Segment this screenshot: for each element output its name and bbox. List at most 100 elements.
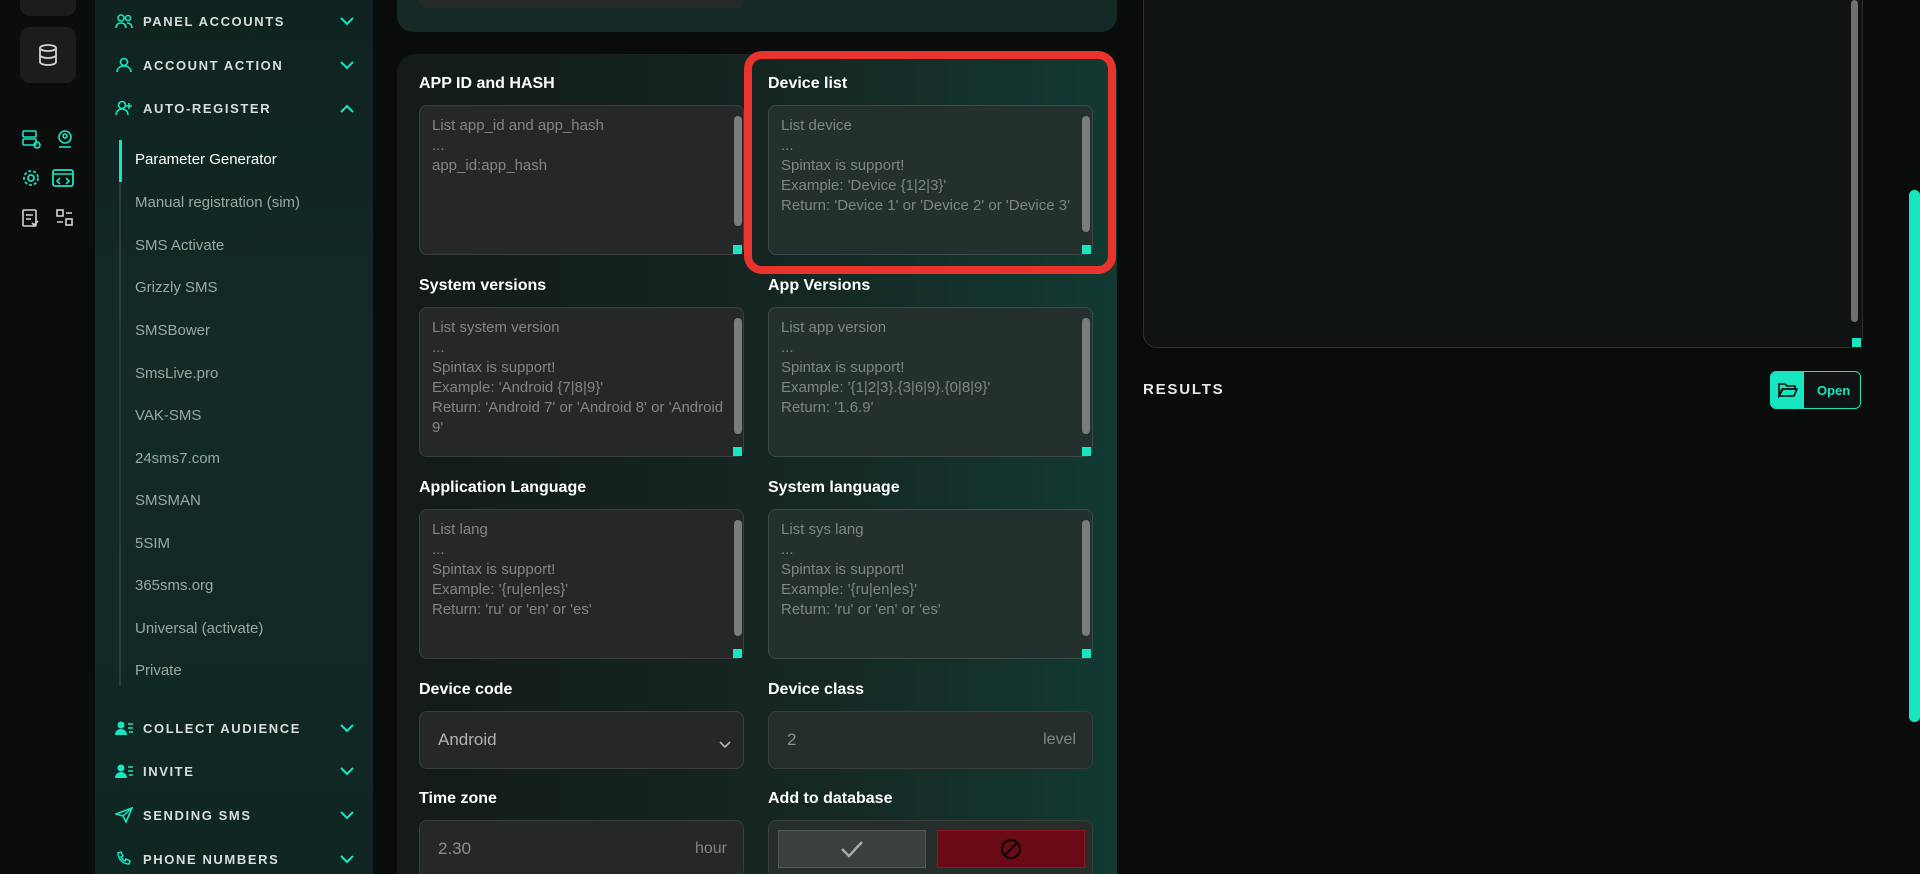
system-language-label: System language bbox=[768, 479, 900, 496]
location-user-icon[interactable] bbox=[54, 128, 76, 150]
system-versions-label: System versions bbox=[419, 277, 547, 294]
layout-grid-icon[interactable] bbox=[54, 207, 76, 229]
app-id-resize-handle[interactable] bbox=[733, 245, 742, 254]
app-versions-scrollbar[interactable] bbox=[1082, 318, 1090, 434]
highlight-box bbox=[744, 51, 1116, 274]
app-versions-textarea[interactable]: List app version ... Spintax is support!… bbox=[768, 307, 1093, 457]
chevron-down-icon bbox=[339, 57, 355, 73]
app-language-resize-handle[interactable] bbox=[733, 649, 742, 658]
database-button[interactable] bbox=[20, 27, 76, 83]
section-label: INVITE bbox=[143, 763, 195, 779]
system-language-textarea[interactable]: List sys lang ... Spintax is support! Ex… bbox=[768, 509, 1093, 659]
add-to-database-label: Add to database bbox=[768, 790, 893, 807]
device-code-select[interactable]: Android bbox=[419, 711, 744, 769]
section-label: SENDING SMS bbox=[143, 807, 252, 823]
device-class-input[interactable]: 2 level bbox=[768, 711, 1093, 769]
section-account-action[interactable]: ACCOUNT ACTION bbox=[115, 53, 355, 77]
server-list-icon[interactable] bbox=[20, 128, 42, 150]
results-title: RESULTS bbox=[1143, 381, 1225, 398]
open-label: Open bbox=[1817, 383, 1851, 398]
user-plus-icon bbox=[115, 99, 133, 117]
sidebar-item-vak-sms[interactable]: VAK-SMS bbox=[135, 407, 201, 424]
page-scrollbar[interactable] bbox=[1909, 190, 1920, 722]
enable-button[interactable] bbox=[778, 830, 926, 868]
send-icon bbox=[115, 806, 133, 824]
disable-button[interactable] bbox=[937, 830, 1085, 868]
sidebar-item-24sms7[interactable]: 24sms7.com bbox=[135, 450, 220, 467]
code-window-icon[interactable] bbox=[52, 167, 74, 189]
user-list-icon bbox=[115, 719, 133, 737]
chevron-down-icon bbox=[339, 851, 355, 867]
user-icon bbox=[115, 56, 133, 74]
time-zone-unit: hour bbox=[694, 840, 727, 857]
app-language-textarea[interactable]: List lang ... Spintax is support! Exampl… bbox=[419, 509, 744, 659]
checklist-icon[interactable] bbox=[20, 207, 42, 229]
section-label: COLLECT AUDIENCE bbox=[143, 720, 302, 736]
section-sending-sms[interactable]: SENDING SMS bbox=[115, 803, 355, 827]
sidebar-item-smsbower[interactable]: SMSBower bbox=[135, 322, 210, 339]
device-code-value: Android bbox=[438, 730, 497, 749]
chevron-up-icon bbox=[339, 100, 355, 116]
previous-card bbox=[397, 0, 1117, 32]
chevron-down-icon bbox=[339, 807, 355, 823]
rail-top-button[interactable] bbox=[20, 0, 76, 16]
database-icon bbox=[39, 44, 57, 66]
section-label: AUTO-REGISTER bbox=[143, 100, 272, 116]
output-textarea[interactable] bbox=[1143, 0, 1863, 348]
time-zone-label: Time zone bbox=[419, 790, 497, 807]
sidebar-item-5sim[interactable]: 5SIM bbox=[135, 535, 170, 552]
app-language-label: Application Language bbox=[419, 479, 587, 496]
sidebar-item-smsman[interactable]: SMSMAN bbox=[135, 492, 201, 509]
auto-register-submenu: Parameter Generator Manual registration … bbox=[119, 140, 349, 686]
output-resize-handle[interactable] bbox=[1852, 338, 1861, 347]
app-id-textarea[interactable]: List app_id and app_hash ... app_id:app_… bbox=[419, 105, 744, 255]
section-auto-register[interactable]: AUTO-REGISTER bbox=[115, 96, 355, 120]
chevron-down-icon bbox=[339, 13, 355, 29]
sidebar-item-grizzly-sms[interactable]: Grizzly SMS bbox=[135, 279, 218, 296]
section-collect-audience[interactable]: COLLECT AUDIENCE bbox=[115, 716, 355, 740]
time-zone-input[interactable]: 2.30 hour bbox=[419, 820, 744, 874]
chevron-down-icon bbox=[339, 763, 355, 779]
device-class-label: Device class bbox=[768, 681, 865, 698]
sidebar-item-manual-registration[interactable]: Manual registration (sim) bbox=[135, 194, 300, 211]
app-root: PANEL ACCOUNTS ACCOUNT ACTION AUTO-REGIS… bbox=[0, 0, 1920, 874]
section-invite[interactable]: INVITE bbox=[115, 759, 355, 783]
section-phone-numbers[interactable]: PHONE NUMBERS bbox=[115, 847, 355, 871]
chevron-down-icon bbox=[719, 736, 731, 754]
icon-rail bbox=[0, 0, 95, 874]
time-zone-value: 2.30 bbox=[438, 839, 472, 858]
settings-gear-icon[interactable] bbox=[20, 167, 42, 189]
system-versions-resize-handle[interactable] bbox=[733, 447, 742, 456]
system-versions-scrollbar[interactable] bbox=[734, 318, 742, 434]
previous-card-input[interactable] bbox=[419, 0, 744, 8]
device-class-value: 2 bbox=[787, 730, 797, 749]
system-versions-textarea[interactable]: List system version ... Spintax is suppo… bbox=[419, 307, 744, 457]
device-class-unit: level bbox=[1043, 731, 1076, 748]
section-panel-accounts[interactable]: PANEL ACCOUNTS bbox=[115, 9, 355, 33]
app-language-scrollbar[interactable] bbox=[734, 520, 742, 636]
app-versions-resize-handle[interactable] bbox=[1082, 447, 1091, 456]
sidebar-item-365sms[interactable]: 365sms.org bbox=[135, 577, 213, 594]
sidebar-item-sms-activate[interactable]: SMS Activate bbox=[135, 237, 224, 254]
user-list-icon bbox=[115, 762, 133, 780]
section-label: PHONE NUMBERS bbox=[143, 851, 280, 867]
open-results-button[interactable]: Open bbox=[1770, 371, 1861, 409]
add-to-database-toggle bbox=[768, 820, 1093, 874]
check-icon bbox=[841, 841, 863, 858]
system-language-resize-handle[interactable] bbox=[1082, 649, 1091, 658]
block-icon bbox=[1001, 839, 1021, 859]
sidebar-item-parameter-generator[interactable]: Parameter Generator bbox=[135, 151, 277, 168]
device-code-label: Device code bbox=[419, 681, 513, 698]
users-icon bbox=[115, 12, 133, 30]
output-scrollbar[interactable] bbox=[1851, 0, 1858, 322]
folder-open-icon bbox=[1771, 372, 1804, 408]
app-id-scrollbar[interactable] bbox=[734, 116, 742, 226]
sidebar-item-smslive[interactable]: SmsLive.pro bbox=[135, 365, 218, 382]
section-label: PANEL ACCOUNTS bbox=[143, 13, 286, 29]
sidebar-item-universal[interactable]: Universal (activate) bbox=[135, 620, 263, 637]
active-indicator bbox=[119, 140, 122, 182]
sidebar-item-private[interactable]: Private bbox=[135, 662, 182, 679]
app-id-label: APP ID and HASH bbox=[419, 75, 555, 92]
system-language-scrollbar[interactable] bbox=[1082, 520, 1090, 636]
divider-gap bbox=[373, 0, 397, 874]
